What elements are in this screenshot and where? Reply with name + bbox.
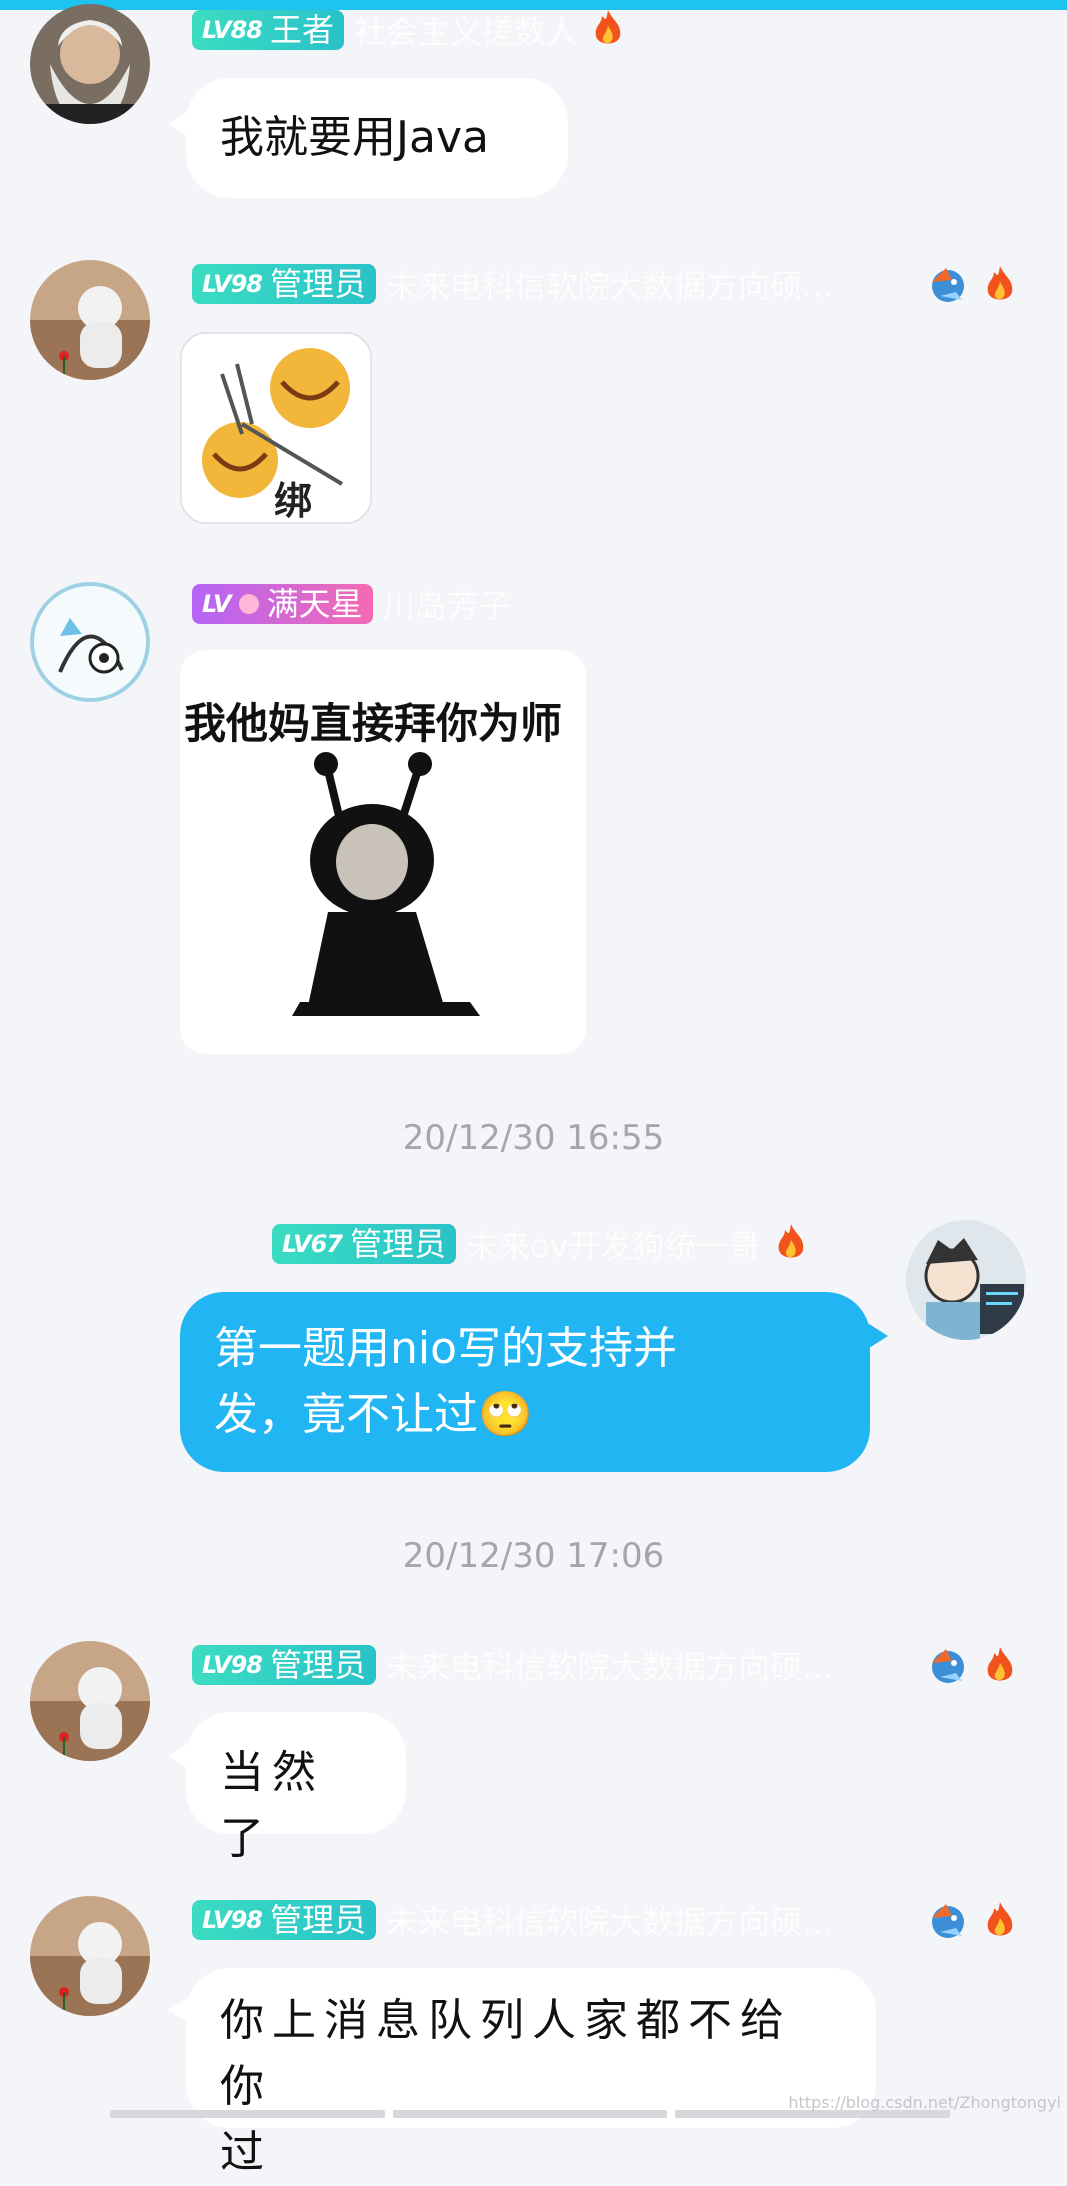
- avatar[interactable]: [30, 1896, 150, 2016]
- fire-icon: [982, 1900, 1018, 1940]
- sender-meta: LV 满天星 川岛芳子: [192, 582, 511, 626]
- sticker-message[interactable]: 我他妈直接拜你为师: [180, 650, 586, 1054]
- dragon-icon: [926, 1643, 972, 1687]
- timestamp: 20/12/30 17:06: [402, 1536, 665, 1576]
- avatar[interactable]: [30, 260, 150, 380]
- avatar[interactable]: [30, 582, 150, 702]
- sender-meta: LV98 管理员 未来电科信软院大数据方向硕…: [192, 1898, 834, 1942]
- level-badge: LV88 王者: [192, 10, 344, 50]
- message-text: 我就要用Java: [220, 112, 489, 163]
- sticker-message[interactable]: 绑: [180, 332, 372, 524]
- fire-icon: [773, 1222, 809, 1266]
- message-text-line: 第一题用nio写的支持并: [214, 1323, 678, 1374]
- badge-dot-icon: [238, 594, 259, 614]
- avatar[interactable]: [30, 1641, 150, 1761]
- sender-meta: LV88 王者 社会主义搓数人: [192, 8, 626, 52]
- level-badge: LV98 管理员: [192, 264, 376, 304]
- level-badge: LV98 管理员: [192, 1645, 376, 1685]
- message-bubble[interactable]: 你上消息队列人家都不给你 过: [186, 1968, 876, 2178]
- fire-icon: [982, 1645, 1018, 1685]
- level-badge: LV98 管理员: [192, 1900, 376, 1940]
- kneeling-meme-sticker: [292, 752, 480, 1016]
- sender-nickname[interactable]: 社会主义搓数人: [354, 7, 578, 53]
- message-text-line: 发，竟不让过🙄: [214, 1389, 533, 1440]
- sticker-caption: 绑: [274, 479, 313, 523]
- dragon-icon: [926, 262, 972, 306]
- avatar[interactable]: [906, 1220, 1026, 1340]
- watermark: https://blog.csdn.net/Zhongtongyi: [788, 2093, 1061, 2112]
- fire-icon: [590, 8, 626, 52]
- timestamp: 20/12/30 16:55: [402, 1118, 665, 1158]
- sender-nickname[interactable]: 川岛芳子: [383, 581, 511, 627]
- user-flair: [926, 1643, 1018, 1687]
- sender-meta: LV98 管理员 未来电科信软院大数据方向硕…: [192, 1643, 834, 1687]
- message-bubble[interactable]: 第一题用nio写的支持并 发，竟不让过🙄: [180, 1292, 870, 1472]
- sender-nickname[interactable]: 未来电科信软院大数据方向硕…: [386, 1897, 834, 1943]
- user-flair: [926, 1898, 1018, 1942]
- fire-icon: [982, 264, 1018, 304]
- level-badge: LV 满天星: [192, 584, 373, 624]
- avatar[interactable]: [30, 4, 150, 124]
- dragon-icon: [926, 1898, 972, 1942]
- message-text-line: 过: [220, 2127, 272, 2178]
- message-bubble[interactable]: 当然了: [186, 1712, 406, 1864]
- sender-nickname[interactable]: 未来电科信软院大数据方向硕…: [386, 261, 834, 307]
- user-flair: [926, 262, 1018, 306]
- level-badge: LV67 管理员: [272, 1224, 456, 1264]
- sender-nickname[interactable]: 未来ov开发狗统一哥: [466, 1221, 761, 1267]
- sender-meta: LV98 管理员 未来电科信软院大数据方向硕…: [192, 262, 834, 306]
- message-bubble[interactable]: 我就要用Java: [186, 78, 568, 198]
- sender-meta: LV67 管理员 未来ov开发狗统一哥: [272, 1222, 809, 1266]
- message-text: 当然了: [220, 1747, 324, 1864]
- sender-nickname[interactable]: 未来电科信软院大数据方向硕…: [386, 1642, 834, 1688]
- message-text-line: 你上消息队列人家都不给你: [220, 1995, 792, 2112]
